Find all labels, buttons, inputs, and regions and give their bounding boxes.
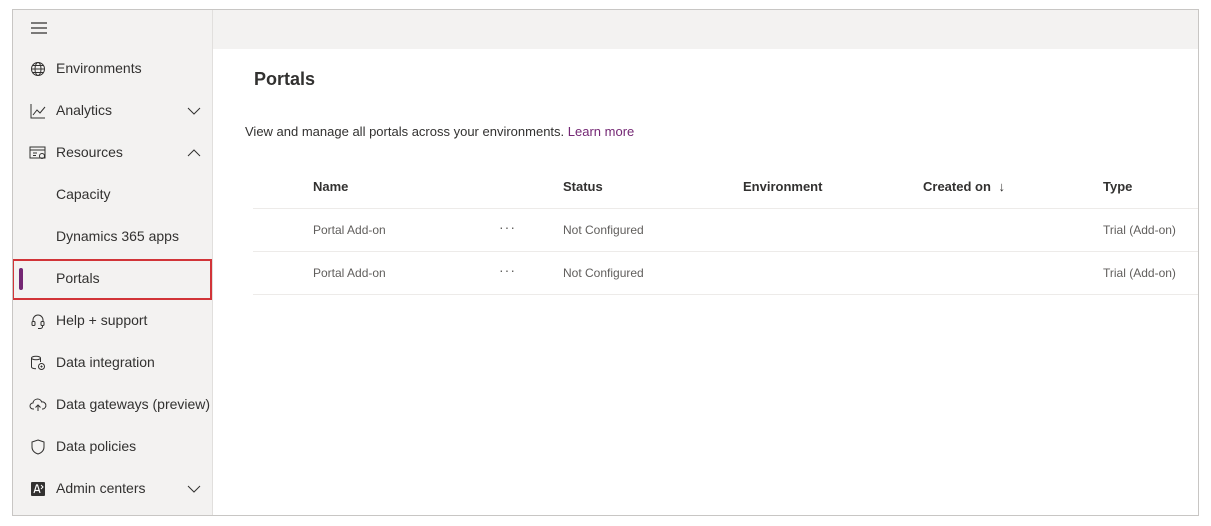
cell-type: Trial (Add-on) (1103, 266, 1176, 280)
table-row[interactable]: Portal Add-on ··· Not Configured Trial (… (253, 252, 1198, 295)
page-description: View and manage all portals across your … (245, 124, 634, 139)
sidebar-item-capacity[interactable]: Capacity (13, 174, 213, 216)
selected-indicator (19, 268, 23, 290)
chevron-down-icon[interactable] (187, 104, 201, 118)
main-content: Portals View and manage all portals acro… (213, 49, 1198, 515)
column-header-type[interactable]: Type (1103, 179, 1132, 194)
chart-line-icon (29, 102, 47, 120)
hamburger-menu-icon[interactable] (29, 20, 49, 36)
chevron-up-icon[interactable] (187, 146, 201, 160)
more-options-icon[interactable]: ··· (499, 262, 516, 278)
sidebar-item-label: Dynamics 365 apps (56, 228, 179, 244)
cloud-upload-icon (29, 396, 47, 414)
sidebar-item-data-gateways[interactable]: Data gateways (preview) (13, 384, 213, 426)
chevron-down-icon[interactable] (187, 482, 201, 496)
sidebar-item-portals[interactable]: Portals (13, 258, 213, 300)
sidebar-item-data-integration[interactable]: Data integration (13, 342, 213, 384)
admin-centers-icon (29, 480, 47, 498)
sidebar-item-label: Help + support (56, 312, 148, 328)
sidebar-item-label: Data gateways (preview) (56, 396, 211, 412)
globe-icon (29, 60, 47, 78)
cell-status: Not Configured (563, 223, 644, 237)
sidebar-item-help-support[interactable]: Help + support (13, 300, 213, 342)
column-header-created-on[interactable]: Created on ↓ (923, 179, 1005, 194)
sidebar-nav: Environments Analytics Resources Capacit… (13, 48, 213, 510)
sidebar-item-label: Portals (56, 270, 100, 286)
sidebar-item-data-policies[interactable]: Data policies (13, 426, 213, 468)
top-bar (213, 10, 1198, 49)
column-header-environment[interactable]: Environment (743, 179, 822, 194)
shield-icon (29, 438, 47, 456)
sidebar-item-label: Analytics (56, 102, 113, 118)
column-header-label: Created on (923, 179, 991, 194)
page-title: Portals (254, 69, 316, 89)
sidebar-item-label: Environments (56, 60, 142, 76)
sidebar-item-label: Admin centers (56, 480, 146, 496)
headset-icon (29, 312, 47, 330)
app-window: Environments Analytics Resources Capacit… (12, 9, 1199, 516)
more-options-icon[interactable]: ··· (499, 219, 516, 235)
cell-name[interactable]: Portal Add-on (313, 266, 386, 280)
description-text: View and manage all portals across your … (245, 124, 565, 139)
highlight-box (13, 259, 212, 300)
sidebar-item-analytics[interactable]: Analytics (13, 90, 213, 132)
sidebar-item-label: Capacity (56, 186, 111, 202)
portals-table: Name Status Environment Created on ↓ Typ… (253, 167, 1198, 295)
sidebar-item-admin-centers[interactable]: Admin centers (13, 468, 213, 510)
sidebar-item-label: Data integration (56, 354, 155, 370)
sidebar-item-label: Data policies (56, 438, 137, 454)
cell-name[interactable]: Portal Add-on (313, 223, 386, 237)
table-row[interactable]: Portal Add-on ··· Not Configured Trial (… (253, 209, 1198, 252)
cell-status: Not Configured (563, 266, 644, 280)
table-header: Name Status Environment Created on ↓ Typ… (253, 167, 1198, 209)
sidebar: Environments Analytics Resources Capacit… (13, 10, 213, 515)
data-integration-icon (29, 354, 47, 372)
sort-descending-icon: ↓ (998, 179, 1006, 194)
sidebar-item-dynamics-365-apps[interactable]: Dynamics 365 apps (13, 216, 213, 258)
resources-icon (29, 144, 47, 162)
sidebar-item-label: Resources (56, 144, 123, 160)
learn-more-link[interactable]: Learn more (568, 124, 634, 139)
column-header-status[interactable]: Status (563, 179, 603, 194)
column-header-name[interactable]: Name (313, 179, 348, 194)
cell-type: Trial (Add-on) (1103, 223, 1176, 237)
sidebar-item-environments[interactable]: Environments (13, 48, 213, 90)
sidebar-item-resources[interactable]: Resources (13, 132, 213, 174)
